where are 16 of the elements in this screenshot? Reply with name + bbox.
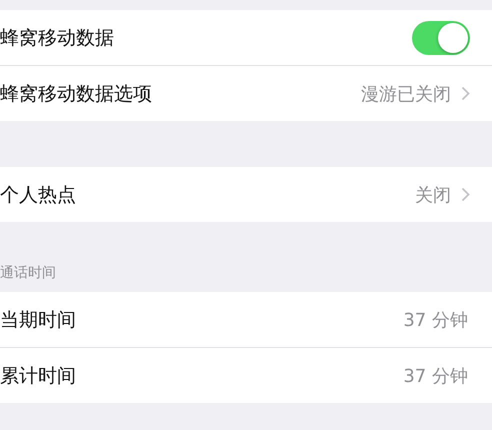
row-value: 37 分钟 [403,308,468,332]
settings-row[interactable]: 蜂窝移动数据选项 漫游已关闭 [0,66,492,121]
section-header: 通话时间 [0,264,57,283]
row-value: 漫游已关闭 [361,82,451,106]
row-label: 当期时间 [0,308,77,332]
row-label: 蜂窝移动数据选项 [0,82,153,106]
row-label: 累计时间 [0,364,77,388]
settings-row[interactable]: 蜂窝移动数据 [0,10,492,65]
settings-row[interactable]: 个人热点 关闭 [0,167,492,222]
chevron-icon [461,187,470,202]
toggle-switch[interactable] [412,20,470,54]
row-label: 蜂窝移动数据 [0,26,115,50]
row-value: 37 分钟 [403,364,468,388]
row-value: 关闭 [415,184,451,206]
chevron-icon [461,86,470,101]
row-label: 个人热点 [0,182,77,208]
